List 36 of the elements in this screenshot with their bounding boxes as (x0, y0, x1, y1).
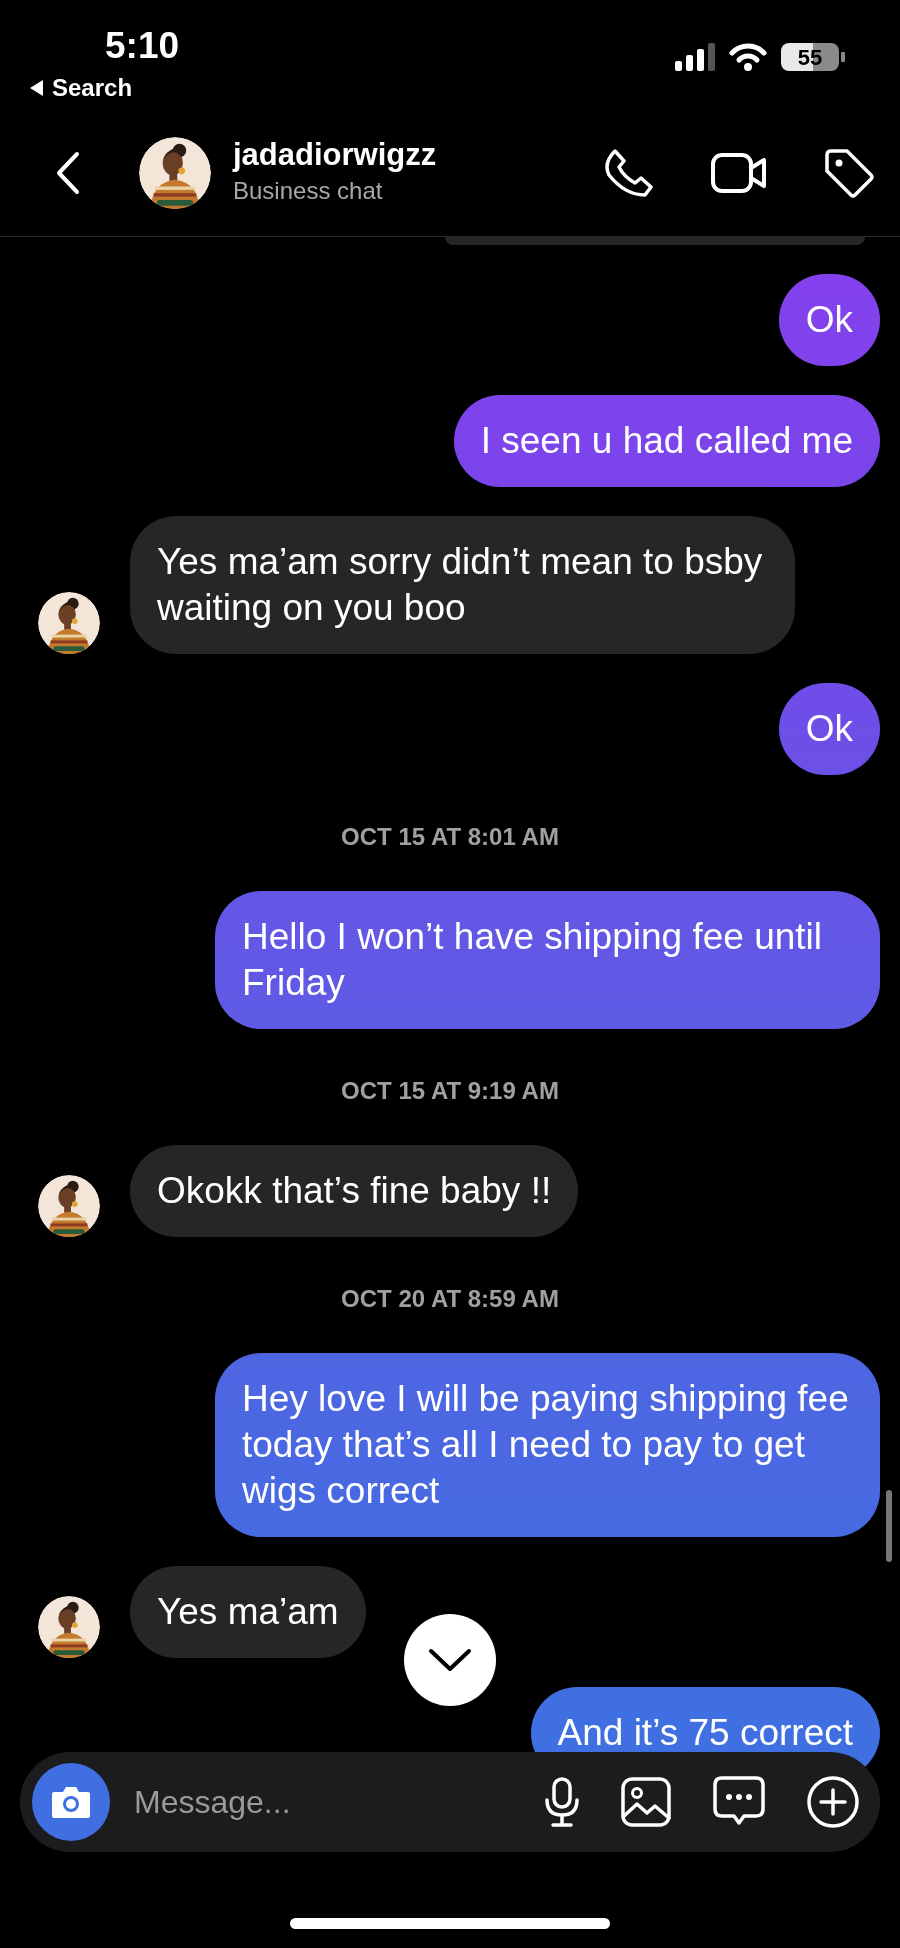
back-button[interactable] (55, 151, 81, 195)
camera-icon (50, 1784, 92, 1820)
scrollbar (886, 1490, 892, 1562)
contact-name[interactable]: jadadiorwigzz (233, 137, 437, 173)
avatar (139, 137, 211, 209)
sent-message: Ok (778, 274, 880, 366)
message-input[interactable]: Message... (132, 1777, 472, 1827)
timestamp: OCT 15 AT 8:01 AM (340, 822, 560, 852)
wifi-icon (729, 43, 767, 71)
back-triangle-icon (28, 79, 44, 97)
chat-type-label: Business chat (233, 175, 384, 206)
received-message: Okokk that’s fine baby !! (130, 1145, 579, 1237)
sent-message: I seen u had called me (453, 395, 880, 487)
sent-message: Hey love I will be paying shipping fee today that’s all I need to pay to get wigs correct (215, 1353, 880, 1537)
avatar (38, 1596, 100, 1658)
timestamp: OCT 15 AT 9:19 AM (340, 1076, 560, 1106)
received-message: Yes ma’am sorry didn’t mean to bsby waiting on you boo (130, 516, 795, 654)
avatar (38, 592, 100, 654)
battery-level: 55 (781, 43, 839, 71)
sent-message: Ok (778, 683, 880, 775)
clock-time: 5:10 (105, 24, 180, 68)
signal-icon (675, 43, 715, 71)
add-icon[interactable] (806, 1775, 860, 1829)
phone-icon[interactable] (603, 147, 655, 199)
back-to-app-link[interactable]: Search (28, 70, 133, 106)
tag-icon[interactable] (823, 147, 875, 199)
microphone-icon[interactable] (544, 1776, 580, 1828)
avatar (38, 1175, 100, 1237)
timestamp: OCT 20 AT 8:59 AM (340, 1284, 560, 1314)
chevron-down-icon (428, 1647, 472, 1673)
sent-message: Hello I won’t have shipping fee until Friday (215, 891, 880, 1029)
video-camera-icon[interactable] (710, 150, 768, 196)
battery-tip-icon (841, 52, 845, 62)
image-icon[interactable] (620, 1776, 672, 1828)
camera-button[interactable] (32, 1763, 110, 1841)
received-message: Yes ma’am (130, 1566, 366, 1658)
